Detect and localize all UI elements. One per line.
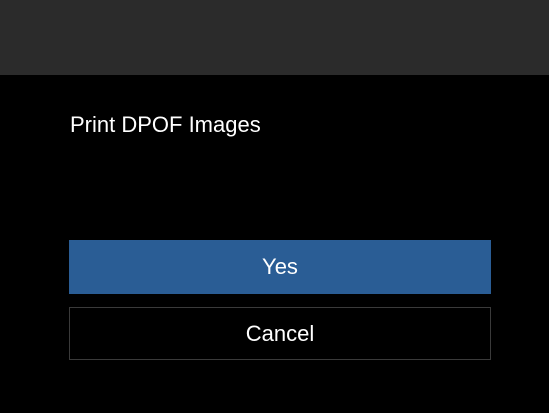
header-bar: [0, 0, 549, 75]
cancel-button[interactable]: Cancel: [69, 307, 491, 360]
yes-button[interactable]: Yes: [69, 240, 491, 294]
dialog-title: Print DPOF Images: [70, 112, 261, 137]
cancel-button-label: Cancel: [245, 320, 315, 346]
yes-button-label: Yes: [262, 254, 298, 279]
